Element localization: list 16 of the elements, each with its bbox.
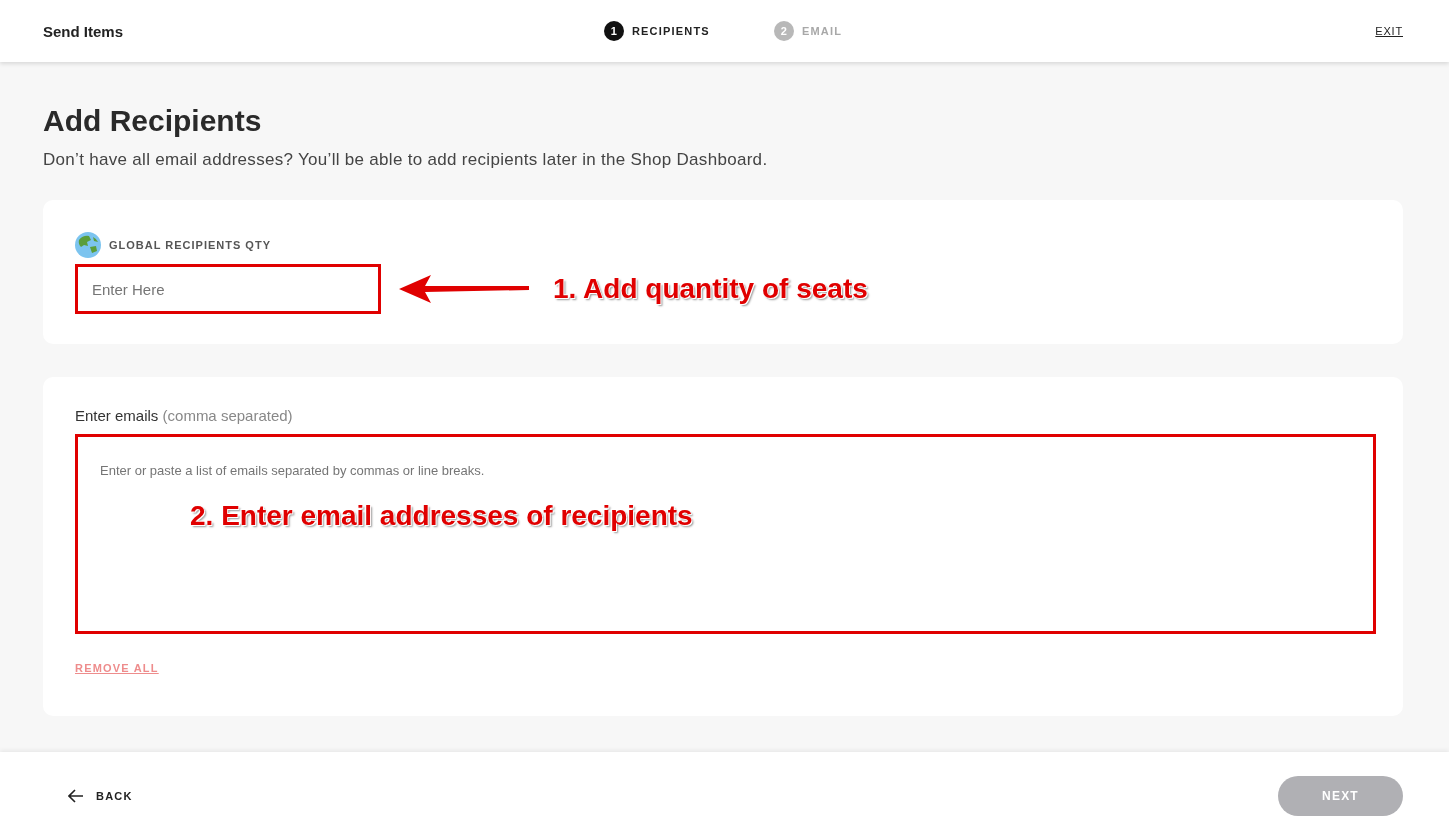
- arrow-icon: [397, 272, 531, 306]
- globe-icon: [75, 232, 101, 258]
- app-title: Send Items: [43, 22, 125, 40]
- page-heading: Add Recipients: [43, 104, 263, 138]
- callout-text: 1. Add quantity of seats: [553, 273, 868, 305]
- step-number: 2: [773, 21, 794, 41]
- quantity-input[interactable]: Enter Here: [75, 264, 381, 314]
- step-tab[interactable]: 1 RECIPIENTS: [603, 21, 710, 41]
- exit-link[interactable]: EXIT: [1375, 25, 1403, 37]
- back-arrow-icon: [68, 788, 84, 803]
- step-number: 1: [603, 21, 624, 41]
- page-subtitle: Don’t have all email addresses? You’ll be able to add recipients later in the Shop Dashboard.: [43, 150, 769, 170]
- callout-text: 2. Enter email addresses of recipients: [190, 500, 693, 532]
- field-label: GLOBAL RECIPIENTS QTY: [109, 239, 271, 251]
- field-label: Enter emails (comma separated): [75, 407, 294, 424]
- back-button[interactable]: BACK: [68, 788, 133, 803]
